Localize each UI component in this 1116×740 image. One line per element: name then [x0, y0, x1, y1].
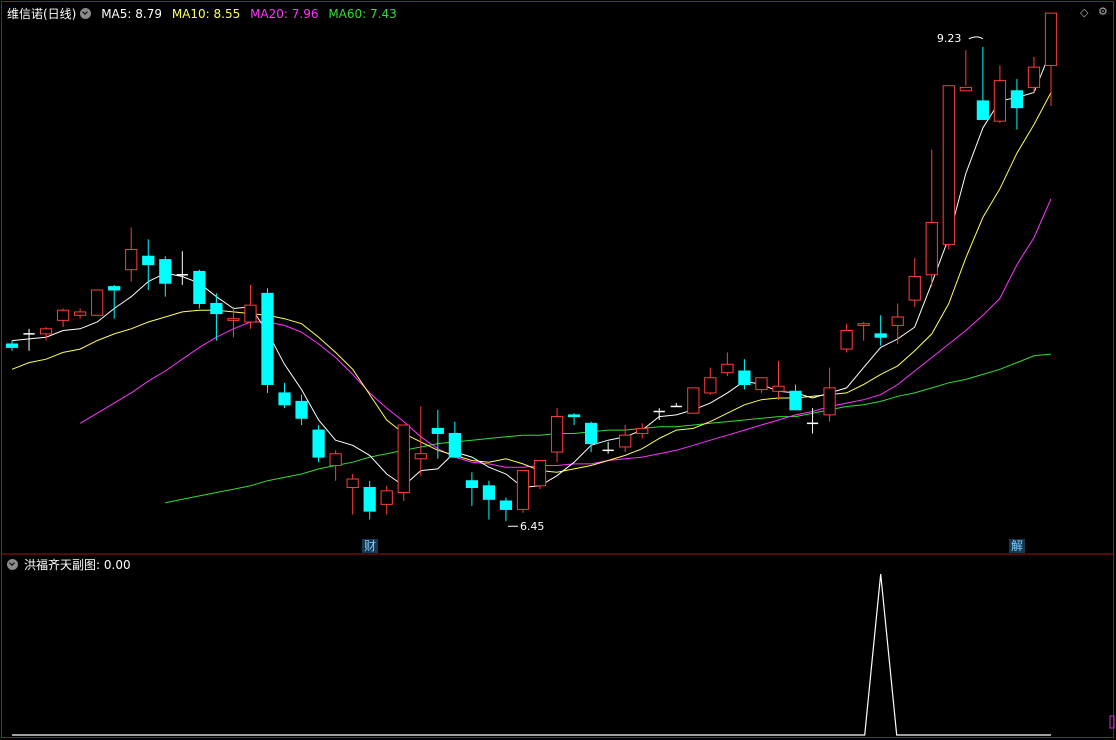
candle-body: [329, 453, 342, 467]
candle-body: [448, 432, 461, 458]
candle-body: [550, 416, 564, 453]
candle-body: [619, 434, 632, 448]
candle-body: [789, 390, 802, 411]
candle-body: [193, 270, 206, 304]
candle-body: [159, 259, 172, 284]
candle-body: [397, 424, 410, 494]
candle-body: [721, 363, 734, 374]
candle-body: [823, 387, 836, 416]
candle-body: [840, 329, 853, 350]
sub-header: 洪福齐天副图: 0.00: [7, 556, 137, 573]
ma5-label: MA5: 8.79: [101, 7, 162, 21]
candle-body: [414, 453, 427, 460]
chart-canvas: 9.23 6.45: [1, 1, 1115, 738]
candle-body: [278, 392, 291, 406]
candle-body: [755, 377, 768, 391]
candle-body: [567, 414, 581, 418]
candle-body: [993, 80, 1007, 122]
candle-body: [91, 289, 104, 316]
candle-body: [431, 427, 444, 434]
candle-body: [482, 485, 496, 500]
candle-body: [1044, 12, 1058, 66]
high-arrow: [968, 36, 984, 40]
candle-body: [108, 286, 121, 291]
candle-body: [891, 316, 904, 326]
candle-body: [908, 275, 921, 301]
candle-body: [363, 486, 376, 512]
ma60-line: [165, 353, 1052, 504]
chevron-down-icon[interactable]: [7, 559, 18, 570]
ma20-label: MA20: 7.96: [250, 7, 319, 21]
indicator-value: : 0.00: [96, 558, 131, 572]
chart-window: 9.23 6.45 维信诺(日线) MA5: 8.79 MA10: 8.55 MA…: [0, 0, 1116, 740]
candle-body: [312, 429, 325, 458]
candle-body: [74, 311, 87, 316]
candle-body: [857, 323, 870, 326]
candle-body: [295, 400, 308, 419]
stock-title: 维信诺(日线): [7, 7, 77, 21]
diamond-icon[interactable]: ◇: [1080, 6, 1088, 19]
candle-body: [1027, 66, 1041, 88]
candle-body: [959, 86, 972, 92]
candle-body: [516, 470, 530, 510]
high-price-label: 9.23: [937, 32, 962, 45]
main-header: 维信诺(日线) MA5: 8.79 MA10: 8.55 MA20: 7.96 …: [7, 5, 403, 22]
candle-body: [210, 302, 223, 315]
candle-body: [56, 309, 70, 321]
candle-body: [976, 100, 989, 120]
candle-body: [942, 85, 955, 245]
ma10-label: MA10: 8.55: [171, 7, 241, 21]
candle-body: [738, 370, 751, 386]
candle-body: [125, 248, 138, 271]
indicator-line: [12, 573, 1051, 736]
candle-body: [499, 500, 513, 510]
indicator-title: 洪福齐天副图: [24, 558, 97, 572]
candle-body: [687, 387, 700, 414]
candle-body: [244, 304, 257, 323]
candle-body: [533, 459, 547, 487]
candle-body: [261, 292, 274, 386]
chevron-down-icon[interactable]: [80, 8, 92, 19]
candle-body: [874, 333, 887, 338]
settings-icon[interactable]: ⚙: [1098, 5, 1108, 18]
candle-body: [142, 255, 155, 266]
low-price-label: 6.45: [520, 520, 545, 533]
candle-body: [1010, 90, 1024, 109]
candle-body: [465, 480, 479, 488]
candle-body: [925, 221, 938, 276]
ma60-label: MA60: 7.43: [328, 7, 397, 21]
candle-body: [636, 427, 649, 434]
candle-body: [5, 343, 19, 348]
candle-body: [772, 385, 785, 392]
candle-body: [584, 422, 598, 445]
candle-body: [39, 328, 53, 335]
candle-body: [227, 318, 240, 321]
marker-jie[interactable]: 解: [1009, 539, 1026, 553]
marker-cai[interactable]: 财: [362, 539, 379, 553]
candle-body: [380, 490, 393, 505]
candle-body: [704, 377, 717, 394]
candle-body: [346, 478, 359, 488]
